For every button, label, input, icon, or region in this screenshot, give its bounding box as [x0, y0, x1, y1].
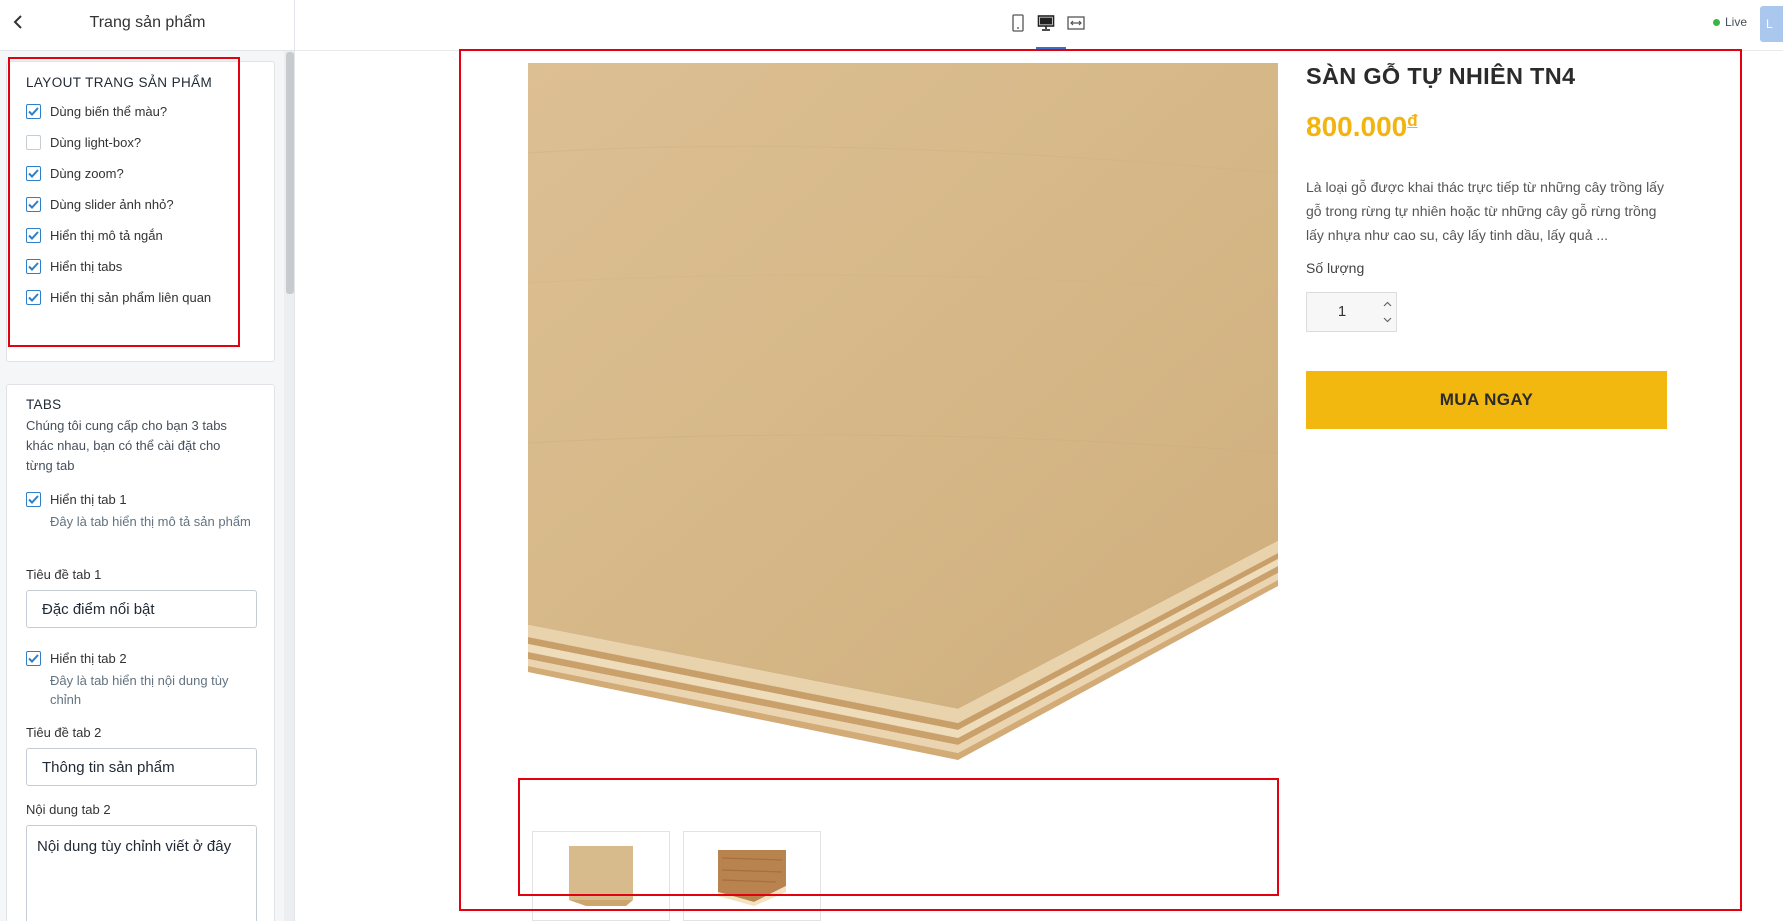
option-color-variant[interactable]: Dùng biến thể màu?: [26, 101, 167, 121]
option-label: Dùng zoom?: [50, 165, 124, 181]
fullwidth-icon: [1067, 15, 1085, 36]
product-thumbnail-1[interactable]: [532, 831, 670, 921]
checkbox-checked-icon[interactable]: [26, 650, 41, 666]
checkbox-checked-icon[interactable]: [26, 491, 41, 507]
product-main-image[interactable]: [527, 63, 1279, 773]
fullwidth-view-button[interactable]: [1063, 12, 1089, 38]
product-title: SÀN GỖ TỰ NHIÊN TN4: [1306, 63, 1576, 89]
option-label: Hiển thị mô tả ngắn: [50, 227, 163, 243]
chevron-down-icon[interactable]: [1379, 312, 1395, 328]
top-action-button[interactable]: L: [1760, 6, 1783, 42]
option-label: Dùng biến thể màu?: [50, 103, 168, 119]
tab1-title-input[interactable]: [26, 590, 257, 628]
option-label: Hiển thị tab 1: [50, 491, 127, 507]
option-label: Dùng slider ảnh nhỏ?: [50, 196, 174, 212]
option-show-tab2[interactable]: Hiển thị tab 2: [26, 648, 127, 668]
chevron-up-icon[interactable]: [1379, 296, 1395, 312]
tab2-help-text: Đây là tab hiển thị nội dung tùy chỉnh: [50, 673, 229, 707]
quantity-input[interactable]: 1: [1307, 293, 1377, 331]
tabs-section-description: Chúng tôi cung cấp cho bạn 3 tabs khác n…: [26, 418, 227, 473]
desktop-icon: [1037, 14, 1055, 37]
live-status: Live: [1713, 15, 1747, 29]
tabs-section-heading: TABS: [26, 397, 62, 412]
preview-toolbar: [295, 0, 1783, 51]
tab1-title-label: Tiêu đề tab 1: [26, 567, 102, 582]
quantity-label: Số lượng: [1306, 260, 1365, 276]
checkbox-checked-icon[interactable]: [26, 103, 41, 119]
option-short-description[interactable]: Hiển thị mô tả ngắn: [26, 225, 163, 245]
tab2-title-input[interactable]: [26, 748, 257, 786]
checkbox-checked-icon[interactable]: [26, 227, 41, 243]
layout-section-heading: LAYOUT TRANG SẢN PHẨM: [26, 75, 213, 90]
option-thumb-slider[interactable]: Dùng slider ảnh nhỏ?: [26, 194, 174, 214]
live-status-label: Live: [1725, 15, 1748, 29]
option-show-tabs[interactable]: Hiển thị tabs: [26, 256, 122, 276]
product-preview: SÀN GỖ TỰ NHIÊN TN4 800.000đ Là loại gỗ …: [295, 51, 1783, 921]
chevron-left-icon: [13, 14, 25, 34]
option-related-products[interactable]: Hiển thị sản phẩm liên quan: [26, 287, 211, 307]
price-amount: 800.000: [1306, 111, 1408, 142]
product-thumbnail-2[interactable]: [683, 831, 821, 921]
option-lightbox[interactable]: Dùng light-box?: [26, 132, 141, 152]
back-button[interactable]: [6, 11, 32, 37]
option-show-tab1[interactable]: Hiển thị tab 1: [26, 489, 127, 509]
checkbox-checked-icon[interactable]: [26, 165, 41, 181]
sidebar-title: Trang sản phẩm: [89, 14, 206, 31]
option-label: Dùng light-box?: [50, 134, 142, 150]
live-dot-icon: [1713, 18, 1720, 26]
sidebar-header: Trang sản phẩm: [0, 0, 294, 51]
price-currency: đ: [1407, 111, 1418, 130]
active-device-indicator: [1036, 47, 1066, 50]
product-price: 800.000đ: [1306, 111, 1418, 143]
quantity-stepper[interactable]: 1: [1306, 292, 1397, 332]
app-root: Trang sản phẩm LAYOUT TRANG SẢN PHẨM Dùn…: [0, 0, 1783, 921]
checkbox-unchecked-icon[interactable]: [26, 134, 41, 150]
desktop-view-button[interactable]: [1033, 12, 1059, 38]
sidebar-scroll-thumb[interactable]: [286, 52, 294, 294]
option-label: Hiển thị tab 2: [50, 650, 127, 666]
layout-settings-card: LAYOUT TRANG SẢN PHẨM Dùng biến thể màu?…: [6, 61, 275, 362]
mobile-view-button[interactable]: [1005, 12, 1031, 38]
buy-now-button[interactable]: MUA NGAY: [1306, 371, 1667, 429]
tab2-content-textarea[interactable]: Nội dung tùy chỉnh viết ở đây: [26, 825, 257, 921]
option-label: Hiển thị sản phẩm liên quan: [50, 289, 212, 305]
settings-sidebar: Trang sản phẩm LAYOUT TRANG SẢN PHẨM Dùn…: [0, 0, 295, 921]
option-label: Hiển thị tabs: [50, 258, 123, 274]
tab2-content-label: Nội dung tab 2: [26, 802, 111, 817]
product-short-description: Là loại gỗ được khai thác trực tiếp từ n…: [1306, 179, 1664, 243]
checkbox-checked-icon[interactable]: [26, 196, 41, 212]
mobile-icon: [1011, 13, 1025, 37]
option-zoom[interactable]: Dùng zoom?: [26, 163, 124, 183]
tabs-settings-card: TABS Chúng tôi cung cấp cho bạn 3 tabs k…: [6, 384, 275, 921]
tab2-title-label: Tiêu đề tab 2: [26, 725, 102, 740]
checkbox-checked-icon[interactable]: [26, 289, 41, 305]
tab1-help-text: Đây là tab hiển thị mô tả sản phẩm: [50, 514, 251, 529]
checkbox-checked-icon[interactable]: [26, 258, 41, 274]
